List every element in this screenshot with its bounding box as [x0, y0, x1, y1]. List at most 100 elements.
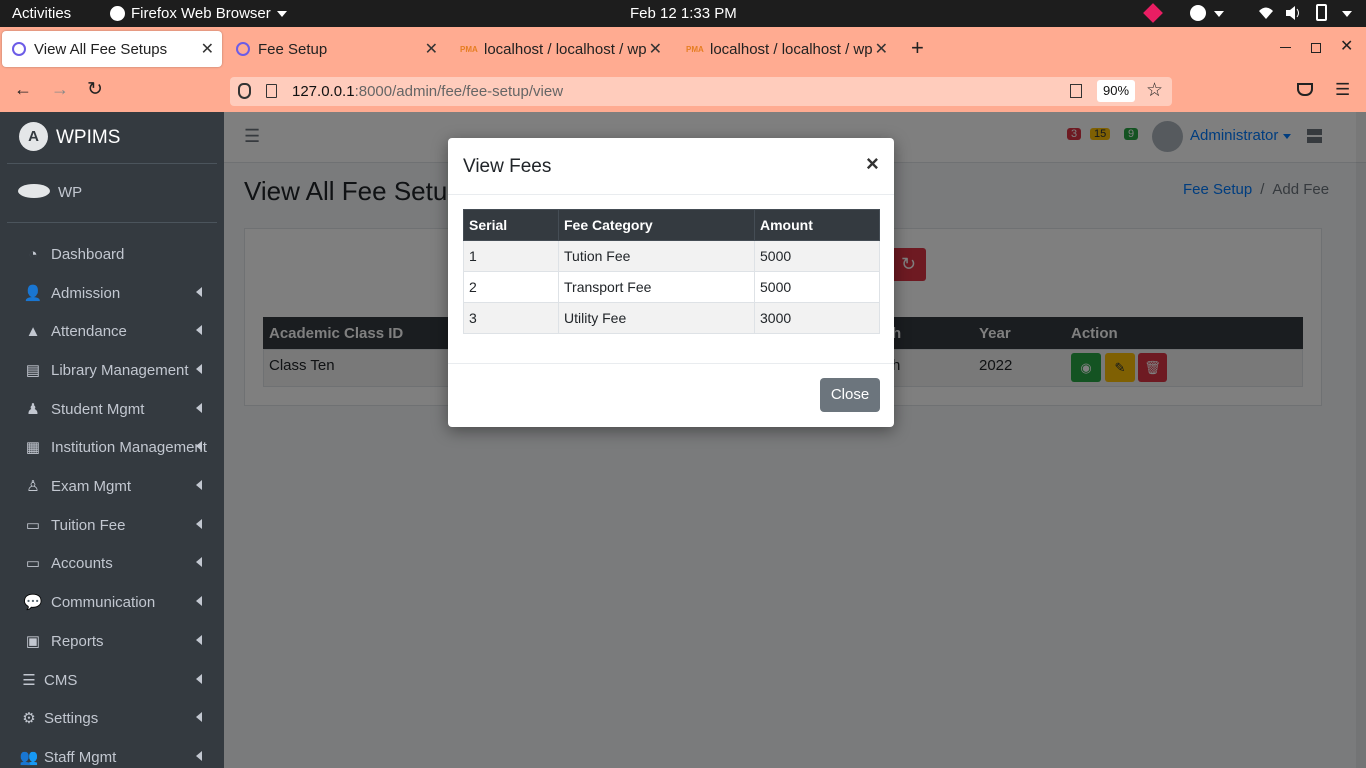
system-top-bar: Activities Firefox Web Browser Feb 12 1:…: [0, 0, 1366, 27]
close-button[interactable]: Close: [820, 378, 880, 412]
brand-name[interactable]: WPIMS: [56, 127, 120, 149]
back-icon[interactable]: ←: [14, 79, 32, 100]
chevron-left-icon: [196, 596, 202, 606]
tab-label: View All Fee Setups: [34, 40, 168, 58]
chevron-left-icon: [196, 287, 202, 297]
users-icon: 👥: [19, 749, 39, 766]
url-bar[interactable]: 127.0.0.1:8000/admin/fee/fee-setup/view …: [230, 77, 1172, 106]
sidebar-item-dashboard[interactable]: ◔ Dashboard: [0, 235, 224, 273]
pma-icon: PMA: [686, 44, 704, 54]
battery-icon[interactable]: [1316, 4, 1327, 21]
menu-icon[interactable]: ☰: [1335, 80, 1350, 100]
scrollbar[interactable]: [1356, 112, 1366, 768]
table-cell: 5000: [754, 240, 880, 272]
zoom-level[interactable]: 90%: [1097, 80, 1135, 102]
forward-icon[interactable]: →: [51, 79, 69, 100]
sidebar-item-label: Library Management: [51, 361, 189, 379]
chevron-left-icon: [196, 635, 202, 645]
close-tab-icon[interactable]: ✕: [201, 39, 214, 59]
sidebar-item-label: Settings: [44, 709, 99, 727]
close-tab-icon[interactable]: ✕: [425, 39, 438, 59]
sidebar-item-communication[interactable]: 💬 Communication: [0, 583, 224, 621]
activities-button[interactable]: Activities: [12, 5, 71, 22]
sidebar-item-label: Exam Mgmt: [51, 477, 132, 495]
divider: [7, 163, 217, 164]
shield-icon[interactable]: [238, 83, 251, 99]
brand-logo[interactable]: A: [19, 122, 48, 151]
chevron-left-icon: [196, 325, 202, 335]
tab-view-all-fee-setups[interactable]: View All Fee Setups ✕: [2, 31, 222, 67]
sidebar-item-label: Attendance: [51, 322, 127, 340]
sidebar-item-exam-mgmt[interactable]: ♙ Exam Mgmt: [0, 467, 224, 505]
tab-fee-setup[interactable]: Fee Setup ✕: [226, 31, 446, 67]
comments-icon: 💬: [23, 594, 43, 611]
page-icon[interactable]: [266, 84, 277, 98]
sidebar: A WPIMS WP ◔ Dashboard 👤 Admission ▲ Attend…: [0, 112, 224, 768]
chevron-left-icon: [196, 364, 202, 374]
tree-icon: ▲: [25, 322, 41, 340]
divider: [448, 194, 894, 195]
new-tab-icon[interactable]: +: [911, 35, 924, 61]
chevron-left-icon: [196, 674, 202, 684]
pma-icon: PMA: [460, 44, 478, 54]
tab-phpmyadmin-1[interactable]: PMA localhost / localhost / wp ✕: [450, 31, 670, 67]
reader-view-icon[interactable]: [1070, 84, 1082, 98]
sidebar-item-tuition-fee[interactable]: ▭ Tuition Fee: [0, 506, 224, 544]
sidebar-item-label: Staff Mgmt: [44, 748, 117, 766]
sidebar-item-label: Institution Management: [51, 438, 207, 456]
fees-table: Serial Fee Category Amount 1 Tution Fee …: [463, 209, 880, 334]
sidebar-item-settings[interactable]: ⚙ Settings: [0, 699, 224, 737]
minimize-icon[interactable]: [1280, 47, 1291, 48]
app-indicator-icon[interactable]: [1143, 3, 1163, 23]
sidebar-item-accounts[interactable]: ▭ Accounts: [0, 544, 224, 582]
settings-icon: ⚙: [22, 710, 36, 727]
dashboard-icon: ◔: [28, 245, 38, 263]
chevron-left-icon: [196, 403, 202, 413]
close-tab-icon[interactable]: ✕: [649, 39, 662, 59]
sidebar-item-institution-management[interactable]: ▦ Institution Management: [0, 428, 224, 466]
table-header-row: Serial Fee Category Amount: [463, 209, 880, 241]
caret-down-icon: [1342, 11, 1352, 17]
app-menu-label: Firefox Web Browser: [131, 5, 271, 22]
close-tab-icon[interactable]: ✕: [875, 39, 888, 59]
volume-icon[interactable]: [1285, 5, 1301, 21]
favicon-icon: [12, 42, 26, 56]
divider: [7, 222, 217, 223]
url-text[interactable]: 127.0.0.1:8000/admin/fee/fee-setup/view: [292, 83, 563, 100]
wifi-icon[interactable]: [1258, 5, 1274, 21]
sidebar-item-reports[interactable]: ▣ Reports: [0, 622, 224, 660]
sidebar-item-admission[interactable]: 👤 Admission: [0, 274, 224, 312]
url-path: :8000/admin/fee/fee-setup/view: [354, 83, 564, 100]
tab-label: localhost / localhost / wp: [710, 40, 873, 58]
column-header: Amount: [754, 209, 880, 241]
sidebar-item-student-mgmt[interactable]: ♟ Student Mgmt: [0, 390, 224, 428]
graduate-icon: ♟: [26, 401, 40, 418]
window-close-icon[interactable]: ✕: [1340, 36, 1353, 56]
maximize-icon[interactable]: [1311, 43, 1321, 53]
table-cell: 1: [463, 240, 559, 272]
reload-icon[interactable]: ↻: [87, 78, 103, 101]
accessibility-icon[interactable]: [1190, 5, 1206, 21]
table-cell: Transport Fee: [558, 271, 755, 303]
sidebar-item-library-management[interactable]: ▤ Library Management: [0, 351, 224, 389]
divider: [448, 363, 894, 364]
app-menu[interactable]: Firefox Web Browser: [110, 5, 287, 22]
view-fees-modal: View Fees × Serial Fee Category Amount 1…: [448, 138, 894, 427]
tab-label: localhost / localhost / wp: [484, 40, 647, 58]
table-cell: 3000: [754, 302, 880, 334]
sidebar-item-attendance[interactable]: ▲ Attendance: [0, 312, 224, 350]
sidebar-item-cms[interactable]: ☰ CMS: [0, 661, 224, 699]
avatar[interactable]: [18, 184, 50, 198]
bookmark-star-icon[interactable]: ☆: [1146, 79, 1163, 102]
chalkboard-icon: ♙: [26, 478, 40, 495]
table-icon: ▦: [25, 439, 41, 456]
pocket-icon[interactable]: [1297, 83, 1313, 96]
user-name[interactable]: WP: [58, 184, 82, 201]
table-cell: Tution Fee: [558, 240, 755, 272]
tab-phpmyadmin-2[interactable]: PMA localhost / localhost / wp ✕: [676, 31, 896, 67]
clock[interactable]: Feb 12 1:33 PM: [630, 5, 737, 22]
table-row: 3 Utility Fee 3000: [463, 302, 880, 334]
sidebar-item-staff-mgmt[interactable]: 👥 Staff Mgmt: [0, 738, 224, 768]
table-cell: 5000: [754, 271, 880, 303]
modal-close-icon[interactable]: ×: [866, 151, 879, 177]
